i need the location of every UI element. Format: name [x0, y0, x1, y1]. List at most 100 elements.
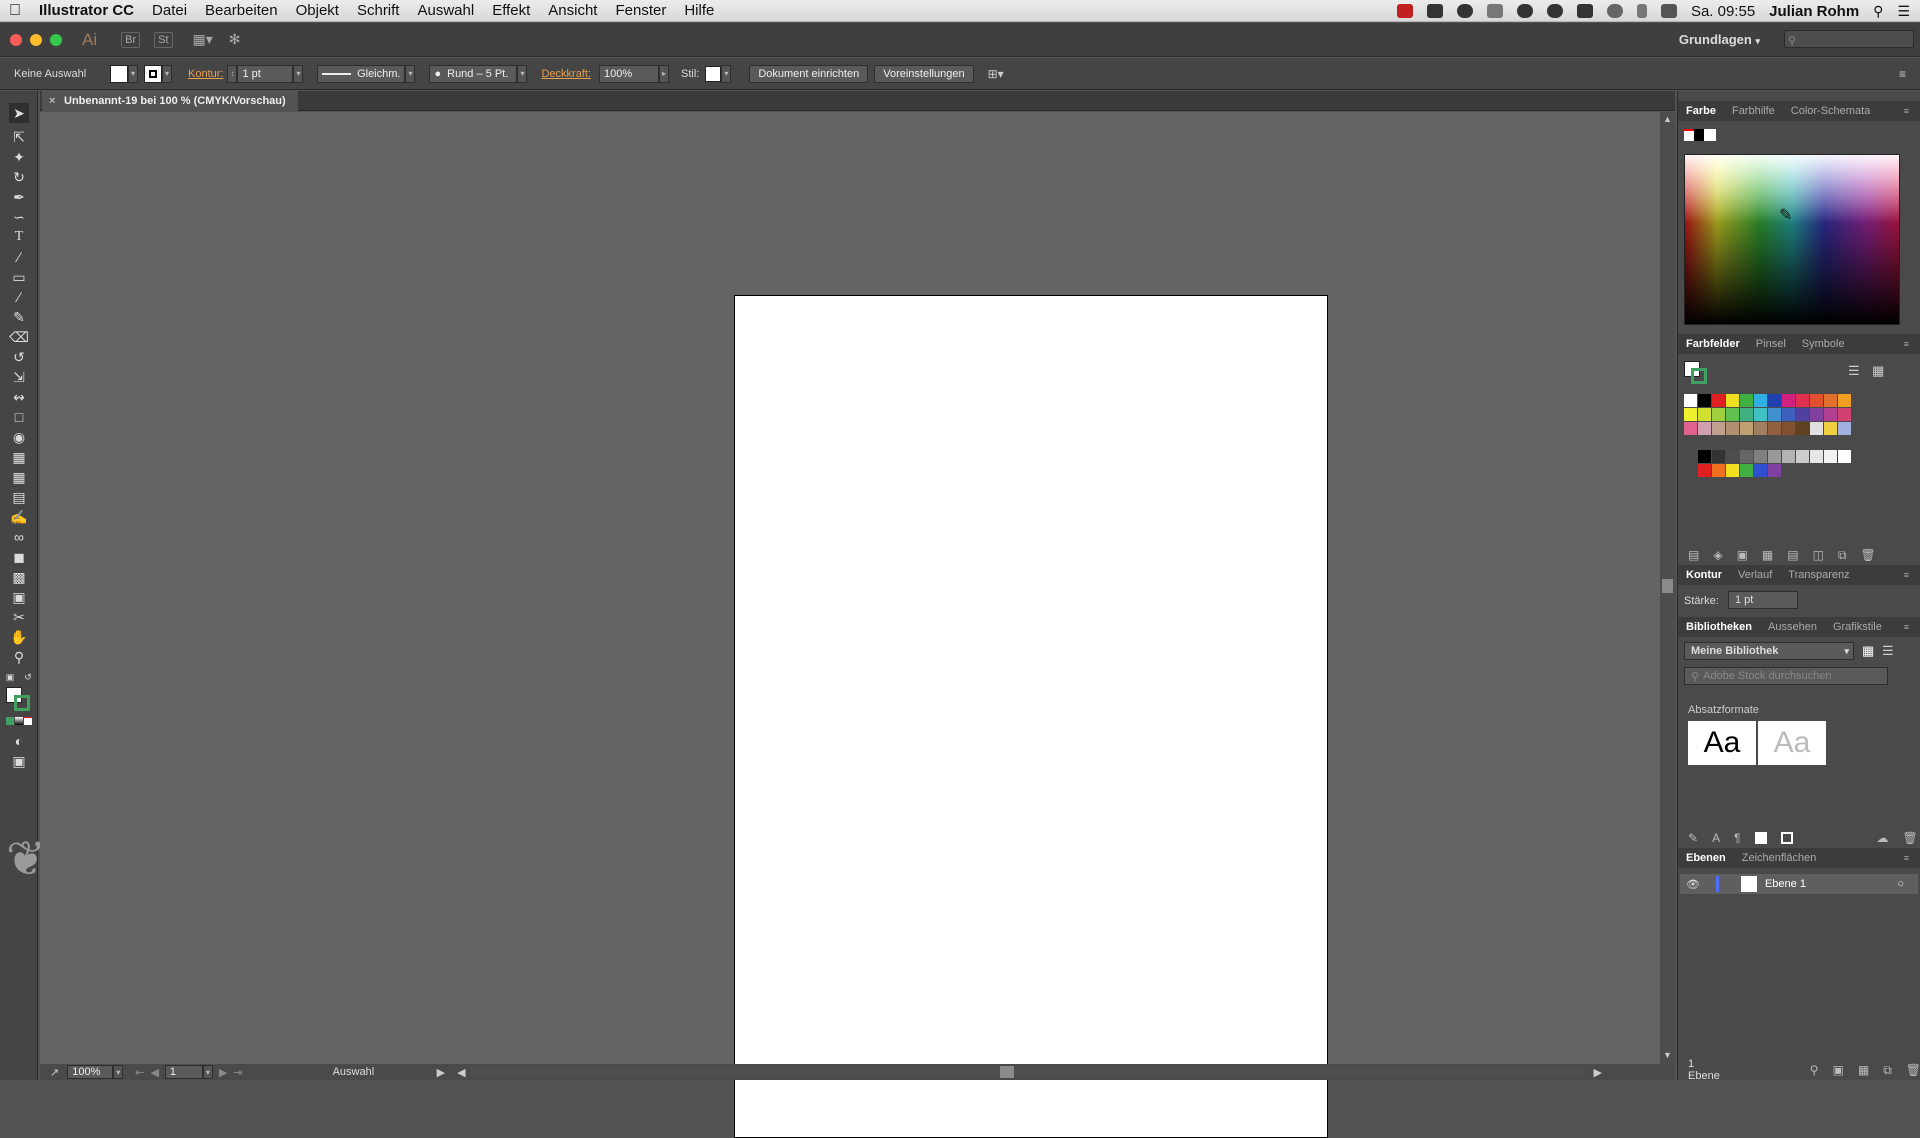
status-menu-icon[interactable]: ▶: [437, 1066, 445, 1079]
color-swatch[interactable]: [1838, 422, 1851, 435]
color-swatch[interactable]: [1838, 408, 1851, 421]
new-group-icon[interactable]: ▦: [1762, 548, 1773, 562]
close-window-button[interactable]: [10, 33, 22, 46]
curvature-tool-icon[interactable]: ∽: [9, 207, 29, 227]
paragraph-style-sample-1[interactable]: Aa: [1688, 721, 1756, 765]
stroke-label[interactable]: Kontur:: [188, 68, 223, 80]
slice-tool-icon[interactable]: ✂: [9, 607, 29, 627]
menu-bearbeiten[interactable]: Bearbeiten: [196, 2, 287, 19]
blend-tool-icon[interactable]: ∞: [9, 527, 29, 547]
tab-zeichenflaechen[interactable]: Zeichenflächen: [1734, 852, 1825, 864]
shape-builder-tool-icon[interactable]: ◉: [9, 427, 29, 447]
color-swatch[interactable]: [1824, 394, 1837, 407]
creative-cloud-icon[interactable]: [1516, 4, 1533, 18]
rotate-tool-icon[interactable]: ↺: [9, 347, 29, 367]
volume-icon[interactable]: [1660, 4, 1677, 18]
color-swatch[interactable]: [1796, 422, 1809, 435]
stock-button[interactable]: St: [154, 31, 173, 48]
scroll-right-icon[interactable]: ▶: [1594, 1066, 1602, 1079]
color-swatch[interactable]: [1726, 464, 1739, 477]
menu-effekt[interactable]: Effekt: [483, 2, 539, 19]
shaper-tool-icon[interactable]: ✎: [9, 307, 29, 327]
rectangle-tool-icon[interactable]: ▭: [9, 267, 29, 287]
menu-schrift[interactable]: Schrift: [348, 2, 409, 19]
close-tab-icon[interactable]: ×: [49, 95, 55, 107]
new-sublayer-icon[interactable]: ▦: [1858, 1063, 1869, 1077]
color-swatch[interactable]: [1712, 450, 1725, 463]
type-tool-icon[interactable]: T: [9, 227, 29, 247]
stroke-color-box[interactable]: [14, 695, 30, 711]
color-swatch[interactable]: [1796, 450, 1809, 463]
color-swatch[interactable]: [1754, 450, 1767, 463]
clock[interactable]: Sa. 09:55: [1691, 3, 1755, 20]
clipping-mask-icon[interactable]: ▣: [1833, 1063, 1844, 1077]
panel-menu-icon[interactable]: ≡: [1899, 67, 1906, 81]
color-swatch[interactable]: [1768, 422, 1781, 435]
scroll-down-icon[interactable]: ▼: [1663, 1050, 1672, 1060]
new-folder-icon[interactable]: ◫: [1813, 548, 1824, 562]
add-fill-icon[interactable]: [1754, 832, 1767, 844]
symbol-sprayer-tool-icon[interactable]: ◼: [9, 547, 29, 567]
cloud-icon[interactable]: [1456, 4, 1473, 18]
tab-transparenz[interactable]: Transparenz: [1780, 569, 1857, 581]
first-artboard-icon[interactable]: ⇤: [135, 1066, 144, 1079]
swatches-panel-menu-icon[interactable]: ≡: [1896, 339, 1917, 349]
color-swatch[interactable]: [1810, 450, 1823, 463]
delete-swatch-icon[interactable]: 🗑: [1861, 548, 1876, 562]
last-artboard-icon[interactable]: ⇥: [233, 1066, 242, 1079]
delete-layer-icon[interactable]: 🗑: [1906, 1063, 1920, 1077]
stroke-weight-field[interactable]: 1 pt: [237, 64, 294, 83]
color-swatch[interactable]: [1740, 422, 1753, 435]
profile-dropdown[interactable]: ▾: [405, 64, 416, 83]
menu-auswahl[interactable]: Auswahl: [408, 2, 483, 19]
color-swatch[interactable]: [1712, 422, 1725, 435]
tool-status[interactable]: Auswahl: [333, 1066, 433, 1078]
color-swatch[interactable]: [1754, 394, 1767, 407]
eyedropper-tool-icon[interactable]: ✍: [9, 507, 29, 527]
eraser-tool-icon[interactable]: ⌫: [9, 327, 29, 347]
color-spectrum[interactable]: ✎: [1684, 154, 1900, 325]
color-swatch[interactable]: [1796, 408, 1809, 421]
tab-ebenen[interactable]: Ebenen: [1678, 852, 1734, 864]
menu-hilfe[interactable]: Hilfe: [675, 2, 723, 19]
grid-view-icon[interactable]: ▦: [1872, 363, 1884, 379]
color-swatch[interactable]: [1698, 408, 1711, 421]
fill-dropdown[interactable]: ▾: [128, 64, 138, 83]
brush-dropdown[interactable]: ▾: [517, 64, 528, 83]
magic-wand-tool-icon[interactable]: ✦: [9, 147, 29, 167]
tab-pinsel[interactable]: Pinsel: [1748, 338, 1794, 350]
menu-ansicht[interactable]: Ansicht: [539, 2, 606, 19]
add-character-style-icon[interactable]: A: [1712, 831, 1720, 845]
zoom-field[interactable]: 100%: [67, 1065, 114, 1079]
variable-width-profile[interactable]: Gleichm.: [317, 64, 406, 83]
library-list-view-icon[interactable]: ☰: [1882, 643, 1894, 659]
color-swatch[interactable]: [1684, 408, 1697, 421]
width-tool-icon[interactable]: ↭: [9, 387, 29, 407]
arrange-documents-icon[interactable]: ▦▾: [193, 31, 213, 48]
menu-objekt[interactable]: Objekt: [287, 2, 348, 19]
color-swatch[interactable]: [1782, 394, 1795, 407]
scroll-thumb[interactable]: [1662, 579, 1673, 593]
color-swatch[interactable]: [1796, 394, 1809, 407]
scroll-left-icon[interactable]: ◀: [457, 1066, 465, 1079]
color-swatch[interactable]: [1726, 450, 1739, 463]
new-swatch-icon[interactable]: ⧉: [1838, 548, 1847, 563]
stroke-panel-menu-icon[interactable]: ≡: [1896, 570, 1917, 580]
brush-definition[interactable]: ● Rund – 5 Pt.: [429, 64, 518, 83]
list-view-icon[interactable]: ☰: [1848, 363, 1860, 379]
app-name-menu[interactable]: Illustrator CC: [30, 2, 143, 19]
spotlight-search-icon[interactable]: ⚲: [1873, 3, 1883, 20]
color-swatch[interactable]: [1712, 408, 1725, 421]
color-swatch[interactable]: [1698, 422, 1711, 435]
color-swatch[interactable]: [1698, 394, 1711, 407]
opacity-field[interactable]: 100%: [598, 64, 659, 83]
color-swatch[interactable]: [1782, 450, 1795, 463]
zoom-tool-icon[interactable]: ⚲: [9, 647, 29, 667]
locate-object-icon[interactable]: ⚲: [1810, 1063, 1819, 1077]
color-swatch[interactable]: [1824, 408, 1837, 421]
color-swatch[interactable]: [1726, 408, 1739, 421]
vertical-scrollbar[interactable]: ▲ ▼: [1660, 112, 1675, 1064]
stroke-weight-dropdown[interactable]: ▾: [293, 64, 304, 83]
screen-mode-icon[interactable]: ▣: [9, 751, 29, 771]
stroke-weight-input[interactable]: 1 pt: [1728, 591, 1798, 609]
